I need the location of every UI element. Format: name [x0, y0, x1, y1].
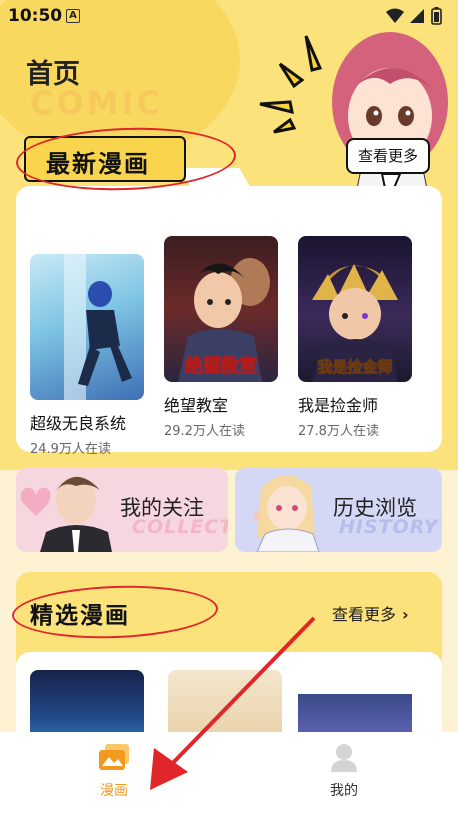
wifi-signal-battery-icon — [386, 7, 442, 25]
chevron-right-icon: › — [402, 605, 409, 624]
tab-manga[interactable]: 漫画 — [64, 742, 164, 800]
tab-mine-label: 我的 — [330, 783, 358, 799]
comic-reads: 29.2万人在读 — [164, 424, 245, 439]
comic-cover[interactable]: 绝望教室 — [164, 236, 278, 382]
notification-icon: A — [66, 9, 80, 23]
history-button[interactable]: HISTORY 历史浏览 — [235, 468, 442, 552]
tab-mine[interactable]: 我的 — [294, 742, 394, 800]
cover-title-art: 绝望教室 — [185, 355, 257, 377]
cover-art-superhero — [64, 254, 132, 400]
history-label: 历史浏览 — [333, 496, 417, 520]
latest-more-button[interactable]: 查看更多 — [346, 138, 430, 174]
cover-title-art: 我是捡金师 — [317, 358, 392, 376]
comic-item[interactable]: 超级无良系统 24.9万人在读 — [30, 254, 144, 457]
featured-more-label: 查看更多 — [332, 605, 397, 624]
bottom-tab-bar: 漫画 我的 — [0, 732, 458, 814]
cover-art-gold-picker: 我是捡金师 — [312, 264, 398, 382]
cover-art-classroom: 绝望教室 — [178, 258, 270, 382]
featured-more-button[interactable]: 查看更多 › — [332, 601, 409, 625]
history-character-art — [253, 475, 320, 552]
follows-character-art — [20, 476, 112, 552]
user-icon — [331, 744, 357, 772]
comic-item[interactable]: 我是捡金师 我是捡金师 27.8万人在读 — [298, 236, 412, 439]
manga-tab-icon — [99, 744, 129, 770]
comic-cover[interactable]: 我是捡金师 — [298, 236, 412, 382]
mascot-girl-illustration — [259, 32, 448, 204]
tab-manga-label: 漫画 — [100, 783, 128, 799]
comic-title: 超级无良系统 — [30, 414, 127, 433]
comic-title: 我是捡金师 — [298, 396, 379, 415]
comic-cover[interactable] — [30, 254, 144, 400]
page-title: 首页 — [26, 59, 80, 90]
comic-title: 绝望教室 — [164, 396, 229, 415]
comic-reads: 24.9万人在读 — [30, 442, 111, 457]
comic-item[interactable]: 绝望教室 绝望教室 29.2万人在读 — [164, 236, 278, 439]
my-follows-button[interactable]: COLLECT 我的关注 — [16, 468, 228, 552]
my-follows-label: 我的关注 — [120, 496, 204, 520]
status-time: 10:50 — [8, 6, 63, 26]
comic-reads: 27.8万人在读 — [298, 424, 379, 439]
